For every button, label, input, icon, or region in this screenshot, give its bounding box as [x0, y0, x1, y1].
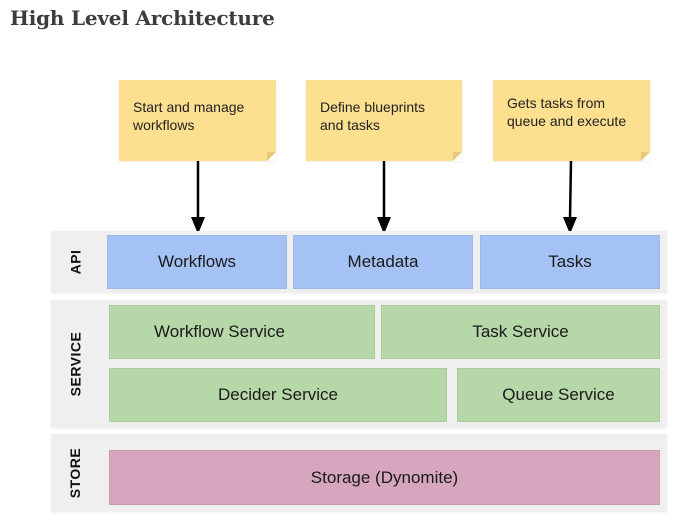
note-text-line1: Define blueprints	[320, 99, 426, 115]
queue-service-box: Queue Service	[457, 368, 660, 422]
note-fold-icon	[641, 152, 650, 161]
note-tasks: Gets tasks from queue and execute	[493, 80, 650, 161]
note-metadata: Define blueprints and tasks	[306, 80, 462, 161]
note-text-line1: Gets tasks from	[507, 95, 606, 111]
store-layer-label: STORE	[67, 447, 84, 499]
tasks-box: Tasks	[480, 235, 660, 289]
note-text-line2: workflows	[133, 117, 195, 133]
note-workflows: Start and manage workflows	[119, 80, 276, 161]
api-layer-label: API	[67, 249, 83, 275]
note-fold-icon	[453, 152, 462, 161]
note-fold-icon	[267, 152, 276, 161]
note-text-line2: queue and execute	[507, 113, 627, 129]
note-text-line2: and tasks	[320, 117, 380, 133]
storage-box: Storage (Dynomite)	[109, 450, 660, 505]
arrow-down-icon	[377, 161, 391, 234]
arrow-down-icon	[191, 161, 205, 234]
page-title: High Level Architecture	[10, 6, 275, 30]
arrow-down-icon	[563, 161, 577, 234]
workflow-service-box: Workflow Service	[109, 305, 375, 359]
decider-service-box: Decider Service	[109, 368, 447, 422]
workflows-box: Workflows	[107, 235, 287, 289]
note-text-line1: Start and manage	[133, 99, 245, 115]
service-layer-label: SERVICE	[67, 331, 83, 397]
metadata-box: Metadata	[293, 235, 473, 289]
task-service-box: Task Service	[381, 305, 660, 359]
